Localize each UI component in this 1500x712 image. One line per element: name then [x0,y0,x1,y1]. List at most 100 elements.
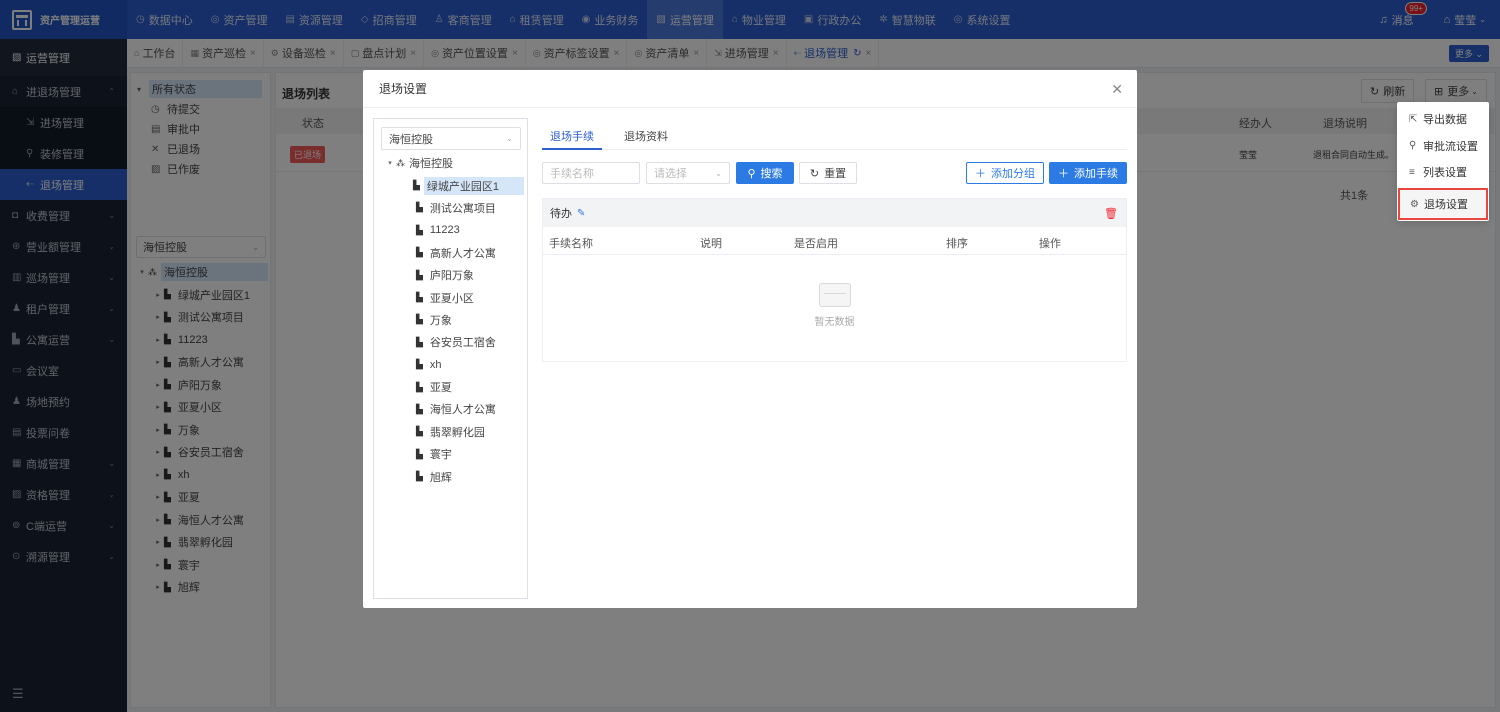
modal-org-tree-node-label: 绿城产业园区1 [423,176,524,195]
building-icon: ▙ [416,224,423,235]
modal-org-tree-node[interactable]: ▙ 绿城产业园区1 [381,174,526,196]
edit-icon[interactable]: ✎ [577,208,585,219]
col-procedure-name: 手续名称 [549,238,593,250]
modal-org-tree-node-label: 亚夏小区 [429,292,474,305]
menu-item-label: 退场设置 [1424,199,1468,211]
menu-item-icon: ⚙ [1410,198,1419,210]
add-group-label: 添加分组 [991,168,1035,180]
reset-button[interactable]: ↻ 重置 [799,162,857,184]
modal-org-tree-node-label: 翡翠孵化园 [429,426,485,439]
chevron-down-icon: ⌄ [506,134,513,143]
modal-org-tree-node[interactable]: ▙ 谷安员工宿舍 [384,331,526,353]
plus-icon: ＋ [1058,168,1069,180]
modal-org-tree-node[interactable]: ▙ 亚夏 [384,376,526,398]
col-actions: 操作 [1039,238,1061,250]
building-icon: ▙ [416,247,423,258]
modal-org-tree-node[interactable]: ▙ 旭辉 [384,465,526,487]
modal-org-tree-node[interactable]: ▙ xh [384,354,526,376]
modal-org-tree-root[interactable]: ▾ ⁂ 海恒控股 [384,152,526,174]
modal-org-tree-node-label: 测试公寓项目 [429,202,496,215]
menu-item[interactable]: ≡ 列表设置 [1397,159,1489,186]
close-icon[interactable]: ✕ [1111,81,1123,98]
col-enabled: 是否启用 [794,238,838,250]
add-procedure-button[interactable]: ＋ 添加手续 [1049,162,1127,184]
menu-item-icon: ≡ [1409,166,1415,178]
building-icon: ▙ [413,180,420,191]
modal-org-tree-node[interactable]: ▙ 翡翠孵化园 [384,421,526,443]
menu-item-label: 导出数据 [1423,114,1467,127]
modal-org-tree-node[interactable]: ▙ 11223 [384,219,526,241]
modal-org-tree-node-label: 寰宇 [429,449,452,462]
reset-icon: ↻ [809,167,820,180]
modal-org-tree-node[interactable]: ▙ 测试公寓项目 [384,197,526,219]
procedure-name-input[interactable]: 手续名称 [542,162,640,184]
building-icon: ▙ [416,314,423,325]
caret-down-icon: ▾ [388,160,392,168]
modal-org-select-value: 海恒控股 [389,133,433,146]
menu-item-icon: ⇱ [1409,113,1418,125]
modal-org-tree: ▾ ⁂ 海恒控股 ▙ 绿城产业园区1 ▙ 测试公寓项目 ▙ 11223 ▙ 高新人才公寓 ▙ 庐阳… [384,152,526,488]
status-select-placeholder: 请选择 [654,168,687,180]
building-icon: ▙ [416,471,423,482]
reset-label: 重置 [824,168,847,180]
building-icon: ▙ [416,381,423,392]
add-group-button[interactable]: ＋ 添加分组 [966,162,1044,184]
tab-exit-procedures[interactable]: 退场手续 [542,118,602,150]
modal-org-tree-root-label: 海恒控股 [409,158,453,171]
modal-org-tree-node[interactable]: ▙ 寰宇 [384,443,526,465]
trash-icon[interactable]: 🗑 [1104,207,1118,220]
menu-item[interactable]: ⚲ 审批流设置 [1397,133,1489,160]
plus-icon: ＋ [975,168,986,180]
modal-org-tree-node-label: 11223 [429,224,460,237]
group-name: 待办 [550,208,572,220]
modal-org-tree-node[interactable]: ▙ 庐阳万象 [384,264,526,286]
empty-state: 暂无数据 [543,283,1126,328]
building-icon: ▙ [416,359,423,370]
status-select[interactable]: 请选择 ⌄ [646,162,730,184]
procedure-table-header: 手续名称 说明 是否启用 排序 操作 [543,227,1126,255]
modal-org-tree-node-label: 亚夏 [429,382,452,395]
modal-org-tree-node-label: 庐阳万象 [429,270,474,283]
modal-org-tree-node-label: 高新人才公寓 [429,247,496,260]
group-header: 待办 ✎ 🗑 [543,199,1126,227]
menu-item-label: 列表设置 [1423,167,1467,180]
modal-tabs: 退场手续 退场资料 [542,118,1127,150]
exit-settings-modal: 退场设置 ✕ 海恒控股 ⌄ ▾ ⁂ 海恒控股 ▙ 绿城产业园区1 ▙ 测试公寓项目 ▙ 1… [363,70,1137,608]
col-description: 说明 [700,238,722,250]
search-icon: ⚲ [747,167,756,180]
building-icon: ▙ [416,403,423,414]
empty-text: 暂无数据 [814,317,855,328]
modal-org-tree-node[interactable]: ▙ 高新人才公寓 [384,242,526,264]
modal-org-tree-node[interactable]: ▙ 海恒人才公寓 [384,398,526,420]
modal-org-tree-node-label: 万象 [429,314,452,327]
menu-item[interactable]: ⇱ 导出数据 [1397,106,1489,133]
modal-header: 退场设置 ✕ [363,70,1137,108]
modal-org-panel: 海恒控股 ⌄ ▾ ⁂ 海恒控股 ▙ 绿城产业园区1 ▙ 测试公寓项目 ▙ 11223 ▙ 高新… [373,118,528,599]
modal-org-select[interactable]: 海恒控股 ⌄ [381,127,521,150]
modal-org-tree-node-label: 旭辉 [429,471,452,484]
empty-inbox-icon [818,283,851,307]
modal-org-tree-node-label: xh [429,358,442,371]
modal-org-tree-node[interactable]: ▙ 亚夏小区 [384,286,526,308]
building-icon: ▙ [416,426,423,437]
chevron-down-icon: ⌄ [715,168,722,178]
procedure-group: 待办 ✎ 🗑 手续名称 说明 是否启用 排序 操作 暂无数据 [542,198,1127,362]
menu-item[interactable]: ⚙ 退场设置 [1398,188,1488,220]
org-icon: ⁂ [396,157,405,168]
building-icon: ▙ [416,336,423,347]
add-procedure-label: 添加手续 [1074,168,1118,180]
modal-title: 退场设置 [379,82,428,96]
tab-exit-materials[interactable]: 退场资料 [616,118,676,150]
modal-org-tree-node-label: 谷安员工宿舍 [429,337,496,350]
menu-item-icon: ⚲ [1409,140,1417,152]
more-actions-menu: ⇱ 导出数据 ⚲ 审批流设置 ≡ 列表设置 ⚙ 退场设置 [1397,102,1489,221]
modal-org-tree-node-label: 海恒人才公寓 [429,404,496,417]
building-icon: ▙ [416,269,423,280]
modal-org-tree-node[interactable]: ▙ 万象 [384,309,526,331]
search-label: 搜索 [760,168,783,180]
search-button[interactable]: ⚲ 搜索 [736,162,794,184]
building-icon: ▙ [416,202,423,213]
procedure-name-placeholder: 手续名称 [550,168,594,180]
building-icon: ▙ [416,448,423,459]
menu-item-label: 审批流设置 [1423,140,1478,153]
